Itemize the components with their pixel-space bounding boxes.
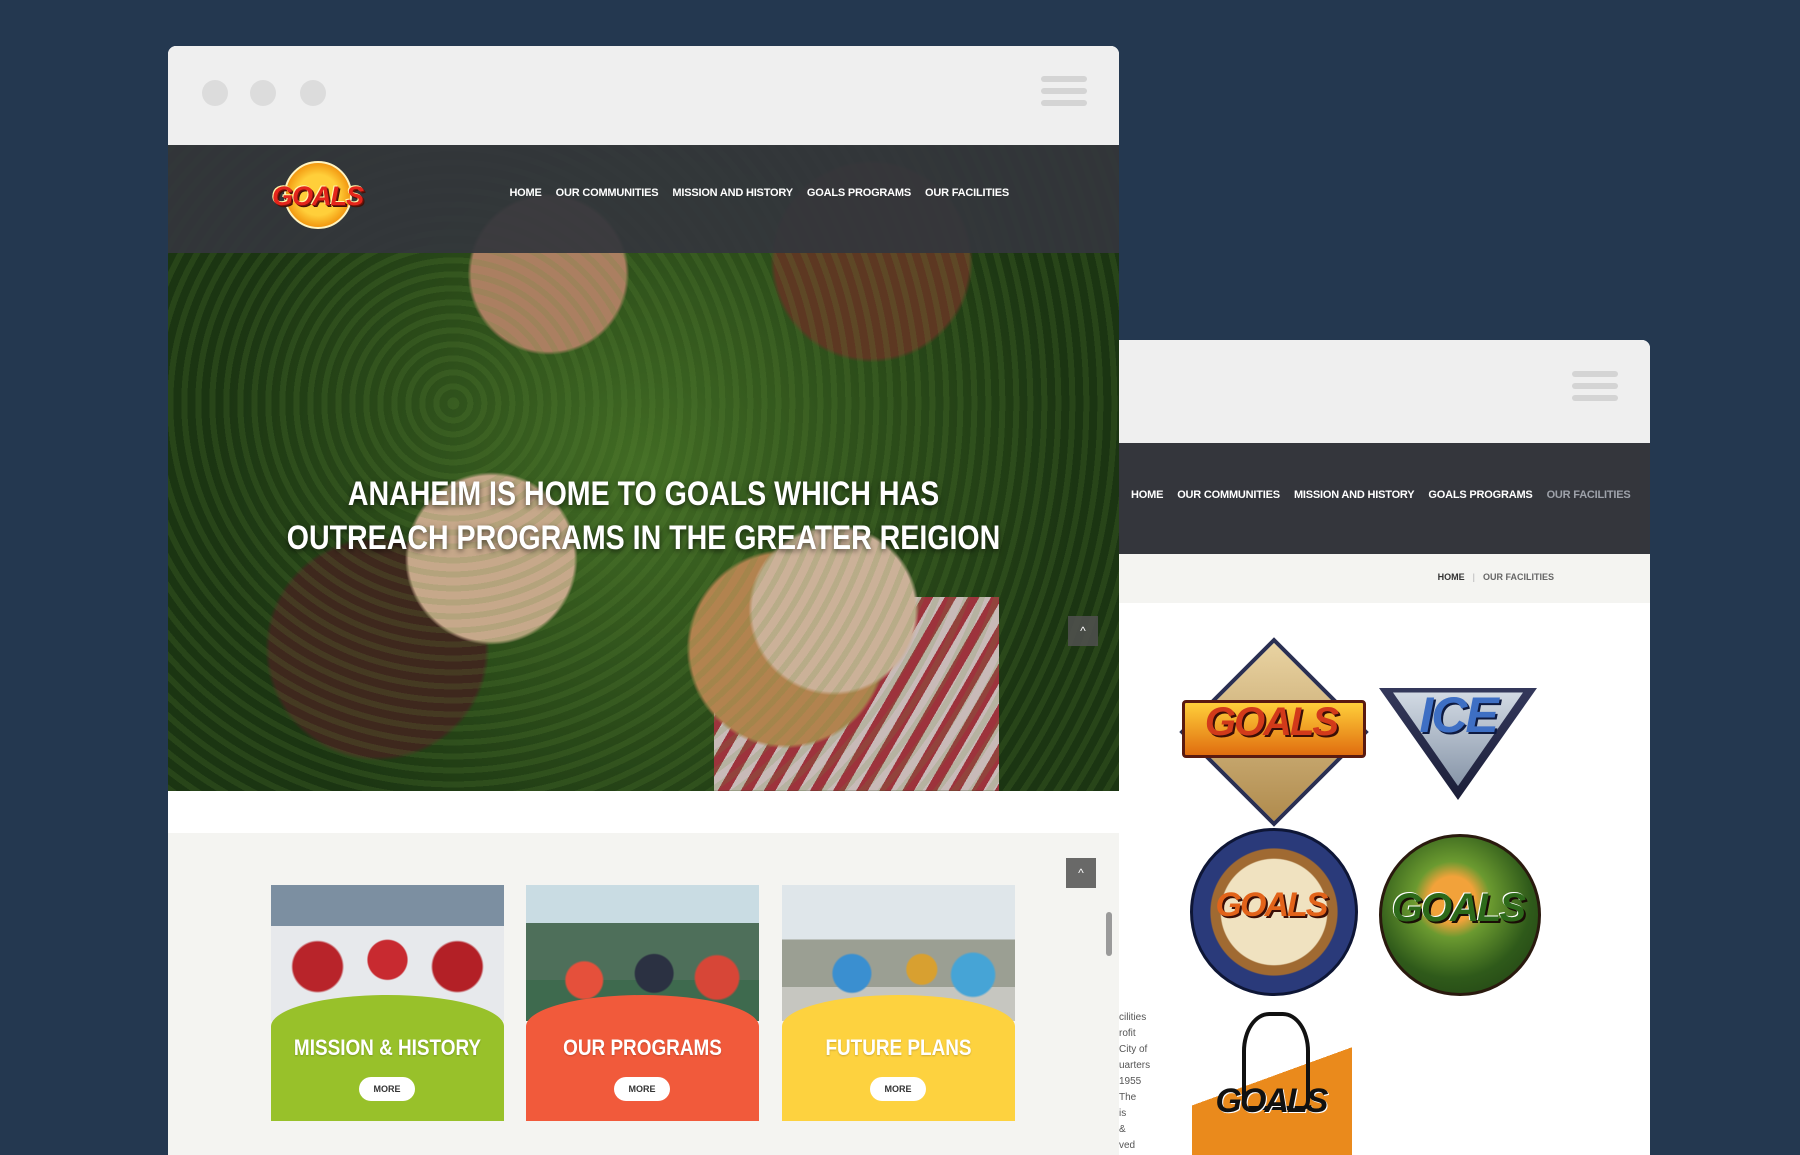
scrollbar-thumb[interactable] <box>1106 912 1112 956</box>
window-maximize-dot[interactable] <box>300 80 326 106</box>
card-our-programs[interactable]: OUR PROGRAMS MORE <box>526 885 759 1121</box>
facilities-browser-window: HOME OUR COMMUNITIES MISSION AND HISTORY… <box>1119 340 1650 1155</box>
main-nav: HOME OUR COMMUNITIES MISSION AND HISTORY… <box>509 187 1009 199</box>
card-title: OUR PROGRAMS <box>563 1035 722 1060</box>
goals-dreamscape-logo[interactable]: GOALS <box>1179 637 1369 827</box>
text-line: ved <box>1119 1140 1136 1151</box>
text-line: is <box>1119 1108 1127 1119</box>
window-close-dot[interactable] <box>202 80 228 106</box>
nav-our-communities[interactable]: OUR COMMUNITIES <box>556 187 659 199</box>
logo-word: GOALS <box>1204 700 1339 744</box>
logo-wordmark: GOALS <box>272 181 364 211</box>
breadcrumb-home[interactable]: HOME <box>1438 572 1465 582</box>
browser-title-bar <box>1119 340 1650 443</box>
browser-title-bar <box>168 46 1119 145</box>
nav-our-facilities[interactable]: OUR FACILITIES <box>1547 489 1631 501</box>
logo-word: ICE <box>1419 687 1498 743</box>
goals-green-logo[interactable]: GOALS <box>1369 824 1547 1002</box>
breadcrumb-separator: | <box>1472 572 1475 582</box>
text-line: 1955 <box>1119 1076 1142 1087</box>
breadcrumb-current: OUR FACILITIES <box>1482 572 1554 582</box>
breadcrumb: HOME | OUR FACILITIES <box>1119 554 1650 603</box>
card-future-plans[interactable]: FUTURE PLANS MORE <box>782 885 1015 1121</box>
partial-body-text: cilities rofit City of uarters 1955 The … <box>1119 1010 1155 1154</box>
window-minimize-dot[interactable] <box>250 80 276 106</box>
nav-home[interactable]: HOME <box>1131 489 1163 501</box>
hero-headline: ANAHEIM IS HOME TO GOALS WHICH HAS OUTRE… <box>244 472 1043 560</box>
goals-logo[interactable]: GOALS <box>272 161 364 231</box>
text-line: The <box>1119 1092 1137 1103</box>
nav-mission-and-history[interactable]: MISSION AND HISTORY <box>1294 489 1415 501</box>
back-to-top-button[interactable]: ^ <box>1066 858 1096 888</box>
card-title: MISSION & HISTORY <box>293 1035 482 1060</box>
nav-mission-and-history[interactable]: MISSION AND HISTORY <box>672 187 793 199</box>
card-title: FUTURE PLANS <box>825 1035 972 1060</box>
nav-our-facilities[interactable]: OUR FACILITIES <box>925 187 1009 199</box>
hero-headline-line1: ANAHEIM IS HOME TO GOALS WHICH HAS <box>347 475 940 513</box>
logo-word: GOALS <box>1215 886 1329 924</box>
more-button[interactable]: MORE <box>359 1077 415 1101</box>
text-line: uarters <box>1119 1060 1151 1071</box>
logo-word: GOALS <box>1215 1082 1329 1120</box>
site-header: HOME OUR COMMUNITIES MISSION AND HISTORY… <box>1119 443 1650 554</box>
scroll-up-button[interactable]: ^ <box>1068 616 1098 646</box>
text-line: City of <box>1119 1044 1148 1055</box>
nav-goals-programs[interactable]: GOALS PROGRAMS <box>807 187 911 199</box>
goals-gym-logo[interactable]: GOALS <box>1182 1008 1360 1155</box>
nav-home[interactable]: HOME <box>509 187 541 199</box>
nav-our-communities[interactable]: OUR COMMUNITIES <box>1177 489 1280 501</box>
site-header: GOALS HOME OUR COMMUNITIES MISSION AND H… <box>168 145 1119 253</box>
main-browser-window: GOALS HOME OUR COMMUNITIES MISSION AND H… <box>168 46 1119 1155</box>
text-line: cilities <box>1119 1012 1147 1023</box>
more-button[interactable]: MORE <box>614 1077 670 1101</box>
logo-word: GOALS <box>1391 886 1526 930</box>
goals-gardens-logo[interactable]: GOALS <box>1182 824 1360 1002</box>
text-line: & <box>1119 1124 1126 1135</box>
hero-headline-line2: OUTREACH PROGRAMS IN THE GREATER REIGION <box>286 519 1001 557</box>
anaheim-ice-logo[interactable]: ICE <box>1369 640 1547 818</box>
more-button[interactable]: MORE <box>870 1077 926 1101</box>
card-mission-history[interactable]: MISSION & HISTORY MORE <box>271 885 504 1121</box>
main-nav: HOME OUR COMMUNITIES MISSION AND HISTORY… <box>1131 489 1631 501</box>
hamburger-menu-icon[interactable] <box>1041 76 1087 112</box>
text-line: rofit <box>1119 1028 1136 1039</box>
nav-goals-programs[interactable]: GOALS PROGRAMS <box>1428 489 1532 501</box>
hamburger-menu-icon[interactable] <box>1572 371 1618 407</box>
